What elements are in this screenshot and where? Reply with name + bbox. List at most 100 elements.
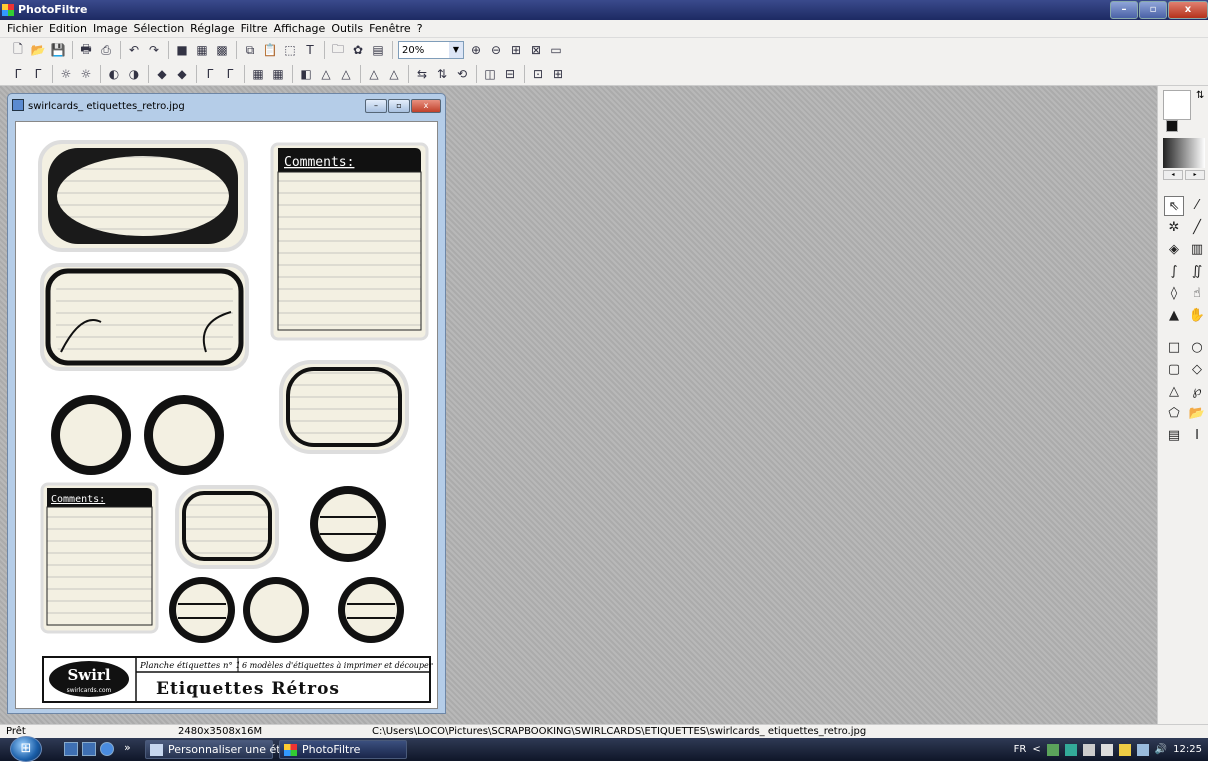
flip-vertical-icon[interactable]: ⇅ [434,66,450,82]
language-indicator[interactable]: FR [1014,744,1027,755]
open-folder-icon[interactable]: 📂 [30,42,46,58]
line-tool-icon[interactable]: ╱ [1187,218,1207,238]
soften-icon[interactable]: ◧ [298,66,314,82]
doc-minimize-button[interactable]: – [365,99,387,113]
filter-b-icon[interactable]: ▦ [270,66,286,82]
flip-horizontal-icon[interactable]: ⇆ [414,66,430,82]
doc-close-button[interactable]: x [411,99,441,113]
image-canvas[interactable]: Comments: Comments: Swirl swirlcards.com… [15,121,438,709]
mirror-icon[interactable]: ◫ [482,66,498,82]
rounded-rect-select-icon[interactable]: ▢ [1164,360,1184,380]
gamma-plus-icon[interactable]: Γ [222,66,238,82]
task-photofiltre[interactable]: PhotoFiltre [279,740,407,759]
split-icon[interactable]: ⊟ [502,66,518,82]
zoom-in-icon[interactable]: ⊕ [468,42,484,58]
canvas-size-icon[interactable]: ⊞ [550,66,566,82]
minimize-button[interactable]: – [1110,1,1138,19]
monitor-icon[interactable] [1136,743,1149,756]
menu-fichier[interactable]: Fichier [4,20,46,37]
grayscale-icon[interactable]: ■ [174,42,190,58]
start-button[interactable]: ⊞ [10,736,42,762]
tray-app-icon[interactable] [1082,743,1095,756]
selection-mode-a-icon[interactable]: ▤ [1164,426,1184,446]
auto-contrast-icon[interactable]: Γ [30,66,46,82]
selection-mode-b-icon[interactable]: Ⅰ [1187,426,1207,446]
fill-bucket-tool-icon[interactable]: ◈ [1164,240,1184,260]
color-palette-icon[interactable]: ▦ [194,42,210,58]
brush-tool-icon[interactable]: ∫ [1164,262,1184,282]
shield-icon[interactable] [1118,743,1131,756]
menu-reglage[interactable]: Réglage [187,20,237,37]
contrast-plus-icon[interactable]: ◑ [126,66,142,82]
quicklaunch-overflow[interactable]: » [124,741,131,754]
paste-icon[interactable]: 📋 [262,42,278,58]
stamp-tool-icon[interactable]: ▲ [1164,306,1184,326]
volume-icon[interactable]: 🔊 [1155,744,1167,755]
window-switcher-icon[interactable] [82,742,96,756]
actual-size-icon[interactable]: ⊞ [508,42,524,58]
saturation-minus-icon[interactable]: ◆ [154,66,170,82]
document-window[interactable]: swirlcards_ etiquettes_retro.jpg – ▫ x C… [7,93,446,714]
internet-explorer-icon[interactable] [100,742,114,756]
gamma-minus-icon[interactable]: Γ [202,66,218,82]
triangle-icon[interactable]: △ [366,66,382,82]
sharpen-icon[interactable]: △ [338,66,354,82]
maximize-button[interactable]: ▫ [1139,1,1167,19]
properties-icon[interactable]: ▤ [370,42,386,58]
background-color-swatch[interactable] [1163,90,1191,120]
swap-colors-icon[interactable]: ⇅ [1196,90,1204,101]
lasso-select-icon[interactable]: ℘ [1187,382,1207,402]
save-icon[interactable]: 💾 [50,42,66,58]
zoom-select[interactable]: 20% ▼ [398,41,464,59]
triangle-select-icon[interactable]: △ [1164,382,1184,402]
menu-help[interactable]: ? [414,20,426,37]
polygon-select-icon[interactable]: ⬠ [1164,404,1184,424]
tray-app-icon[interactable] [1100,743,1113,756]
new-file-icon[interactable]: 🗋 [10,42,26,58]
copy-icon[interactable]: ⧉ [242,42,258,58]
resize-image-icon[interactable]: ⊡ [530,66,546,82]
tray-app-icon[interactable] [1064,743,1077,756]
scan-icon[interactable]: ⎙ [98,42,114,58]
menu-filtre[interactable]: Filtre [238,20,271,37]
hand-tool-icon[interactable]: ✋ [1187,306,1207,326]
advanced-brush-tool-icon[interactable]: ∬ [1187,262,1207,282]
triangle-outline-icon[interactable]: △ [386,66,402,82]
foreground-color-swatch[interactable] [1166,120,1178,132]
clock[interactable]: 12:25 [1173,744,1202,755]
finger-tool-icon[interactable]: ☝ [1187,284,1207,304]
close-button[interactable]: x [1168,1,1208,19]
contrast-minus-icon[interactable]: ◐ [106,66,122,82]
gradient-right-arrow-icon[interactable]: ▸ [1185,170,1205,180]
saturation-plus-icon[interactable]: ◆ [174,66,190,82]
eyedropper-tool-icon[interactable]: ⁄ [1187,196,1207,216]
fullscreen-icon[interactable]: ▭ [548,42,564,58]
load-selection-icon[interactable]: 📂 [1187,404,1207,424]
chevron-down-icon[interactable]: ▼ [449,42,463,58]
magic-wand-tool-icon[interactable]: ✲ [1164,218,1184,238]
redo-icon[interactable]: ↷ [146,42,162,58]
transparency-icon[interactable]: ▩ [214,42,230,58]
spray-tool-icon[interactable]: ▥ [1187,240,1207,260]
menu-selection[interactable]: Sélection [130,20,187,37]
print-icon[interactable]: 🖶 [78,42,94,58]
menu-edition[interactable]: Edition [46,20,90,37]
explorer-icon[interactable]: 🗀 [330,42,346,58]
plugin-icon[interactable]: ✿ [350,42,366,58]
rotate-icon[interactable]: ⟲ [454,66,470,82]
menu-outils[interactable]: Outils [328,20,366,37]
tray-expand-icon[interactable]: < [1032,744,1040,755]
filter-a-icon[interactable]: ▦ [250,66,266,82]
brightness-plus-icon[interactable]: ☼ [78,66,94,82]
network-icon[interactable] [1046,743,1059,756]
brightness-minus-icon[interactable]: ☼ [58,66,74,82]
menu-fenetre[interactable]: Fenêtre [366,20,414,37]
menu-image[interactable]: Image [90,20,130,37]
doc-maximize-button[interactable]: ▫ [388,99,410,113]
fit-window-icon[interactable]: ⊠ [528,42,544,58]
pointer-tool-icon[interactable]: ⇖ [1164,196,1184,216]
blur-icon[interactable]: △ [318,66,334,82]
text-tool-icon[interactable]: T [302,42,318,58]
gradient-left-arrow-icon[interactable]: ◂ [1163,170,1183,180]
task-personnaliser[interactable]: Personnaliser une ét... [145,740,291,759]
